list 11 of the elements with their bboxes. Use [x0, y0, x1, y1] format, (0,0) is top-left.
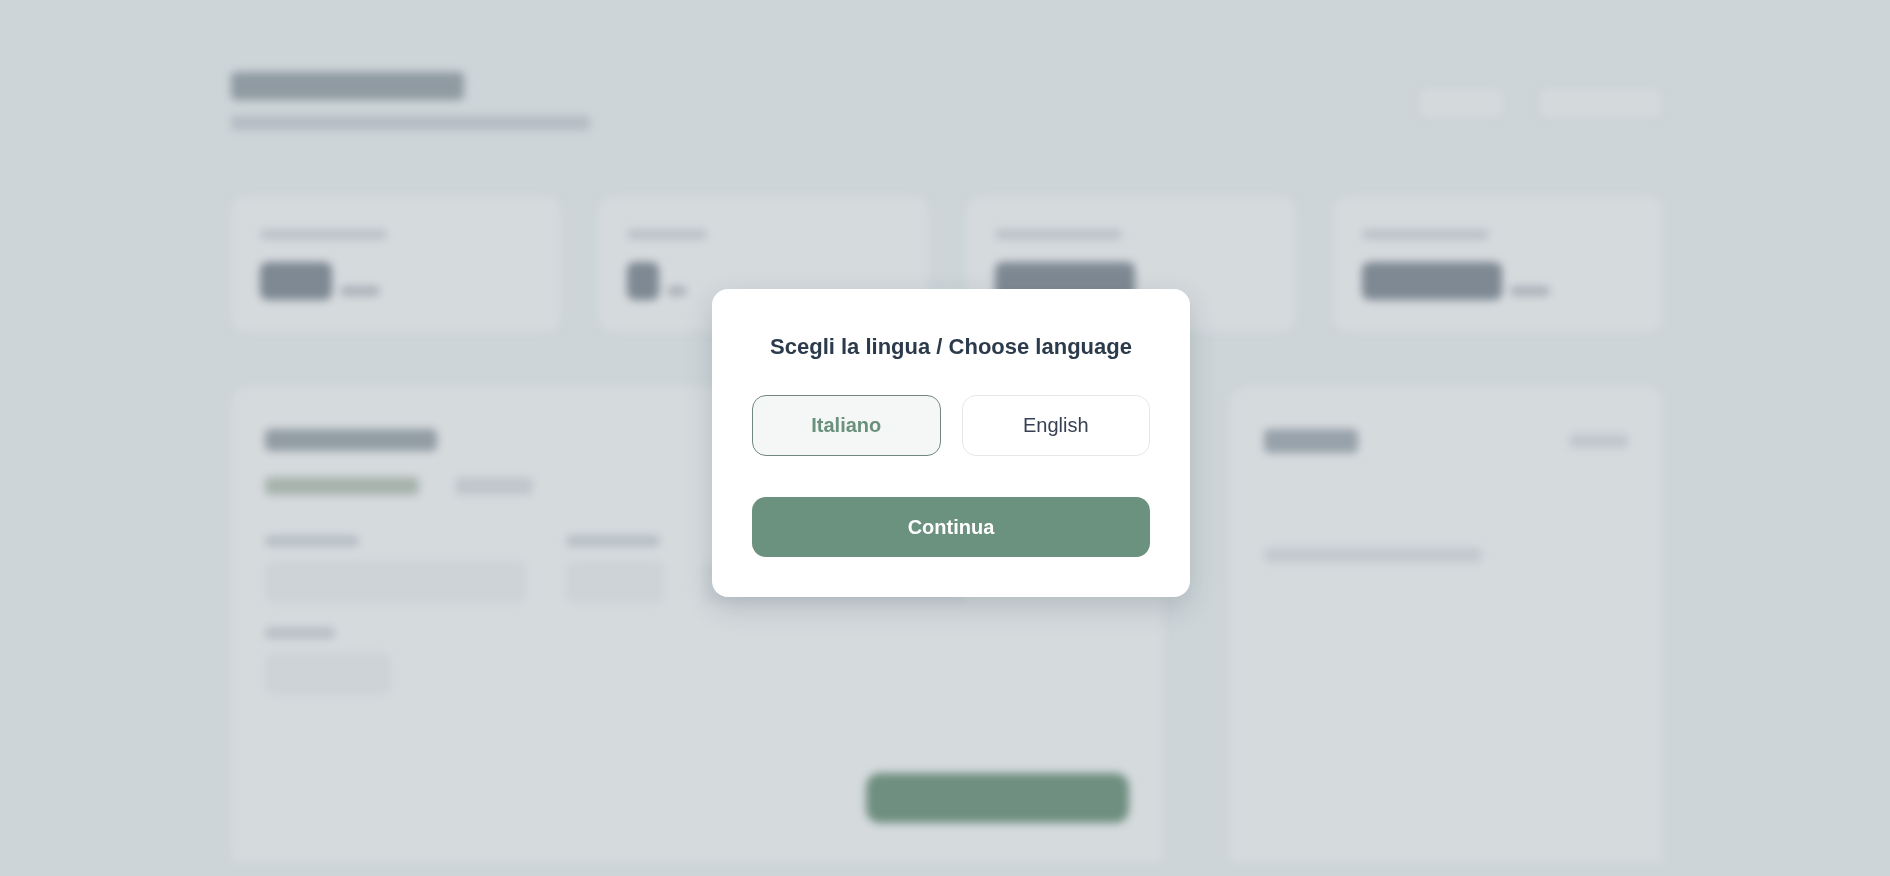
language-option[interactable]: Italiano: [752, 395, 941, 456]
blurred-submit-button[interactable]: [866, 773, 1129, 823]
language-option[interactable]: English: [961, 395, 1150, 456]
blurred-stat-unit: [1509, 286, 1550, 296]
blurred-stat-value: [260, 262, 332, 300]
blurred-stat-value: [627, 262, 660, 300]
blurred-tab[interactable]: [265, 477, 419, 495]
blurred-stat-unit: [340, 286, 380, 296]
blurred-stat-unit: [667, 286, 688, 296]
continue-button[interactable]: Continua: [752, 497, 1150, 557]
dialog-title: Scegli la lingua / Choose language: [769, 333, 1133, 361]
